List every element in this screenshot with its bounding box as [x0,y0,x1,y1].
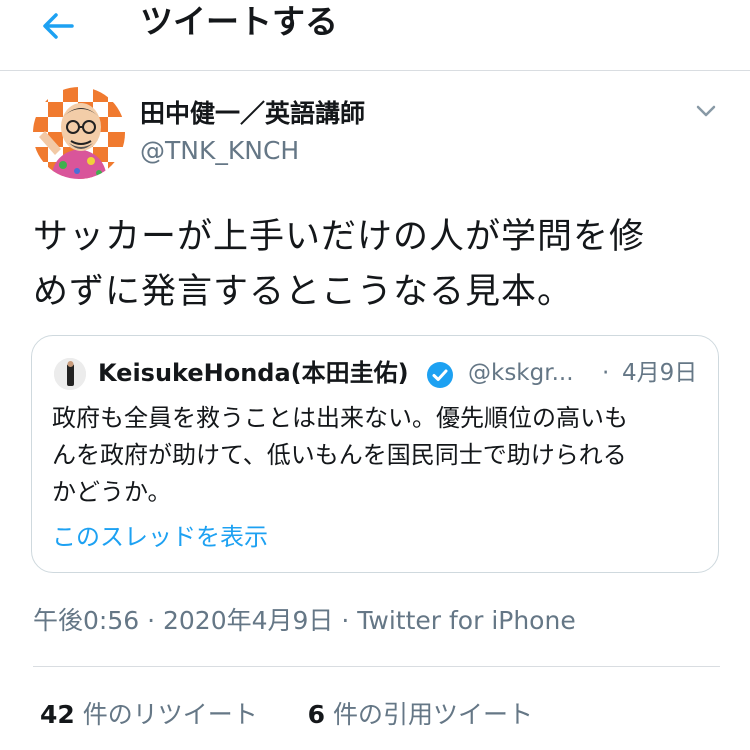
author-handle[interactable]: @TNK_KNCH [140,134,299,168]
verified-badge-icon [425,360,455,390]
quoted-tweet[interactable]: KeisukeHonda(本田圭佑) @kskgr... · 4月9日 政府も全… [31,335,719,573]
author-name[interactable]: 田中健一／英語講師 [140,96,365,132]
quoted-author-name: KeisukeHonda(本田圭佑) [98,359,409,387]
tweet-timestamp: 午後0:56 · 2020年4月9日 · Twitter for iPhone [33,606,576,635]
tweet-text-line: めずに発言するとこうなる見本。 [33,272,574,312]
divider [33,666,720,667]
tweet-text: サッカーが上手いだけの人が学問を修 めずに発言するとこうなる見本。 [33,210,723,320]
retweets-count: 42 [40,700,75,729]
arrow-left-icon [43,13,74,39]
quoted-text-line: んを政府が助けて、低いもんを国民同士で助けられる [52,441,627,469]
quoted-avatar [54,358,86,390]
quoted-date: 4月9日 [622,360,698,386]
retweets-label: 件のリツイート [82,700,258,729]
more-options-button[interactable] [693,98,719,124]
back-button[interactable] [38,4,82,48]
quoted-text-line: かどうか。 [52,478,172,506]
quoted-text: 政府も全員を救うことは出来ない。優先順位の高いも んを政府が助けて、低いもんを国… [52,400,702,511]
quotes-count: 6 [307,700,326,729]
page-title: ツイートする [140,2,338,41]
chevron-down-icon [696,105,716,117]
tweet-text-line: サッカーが上手いだけの人が学問を修 [33,217,646,257]
show-thread-link[interactable]: このスレッドを表示 [52,520,268,554]
retweets-stat[interactable]: 42 件のリツイート [40,700,258,729]
top-bar: ツイートする [0,0,750,71]
author-avatar[interactable] [33,87,125,179]
quoted-author-handle: @kskgr... [468,360,574,386]
quotes-label: 件の引用ツイート [333,700,534,729]
quoted-separator: · [602,360,610,386]
quoted-text-line: 政府も全員を救うことは出来ない。優先順位の高いも [52,404,628,432]
quotes-stat[interactable]: 6 件の引用ツイート [308,700,533,729]
engagement-stats: 42 件のリツイート 6 件の引用ツイート [40,697,533,733]
